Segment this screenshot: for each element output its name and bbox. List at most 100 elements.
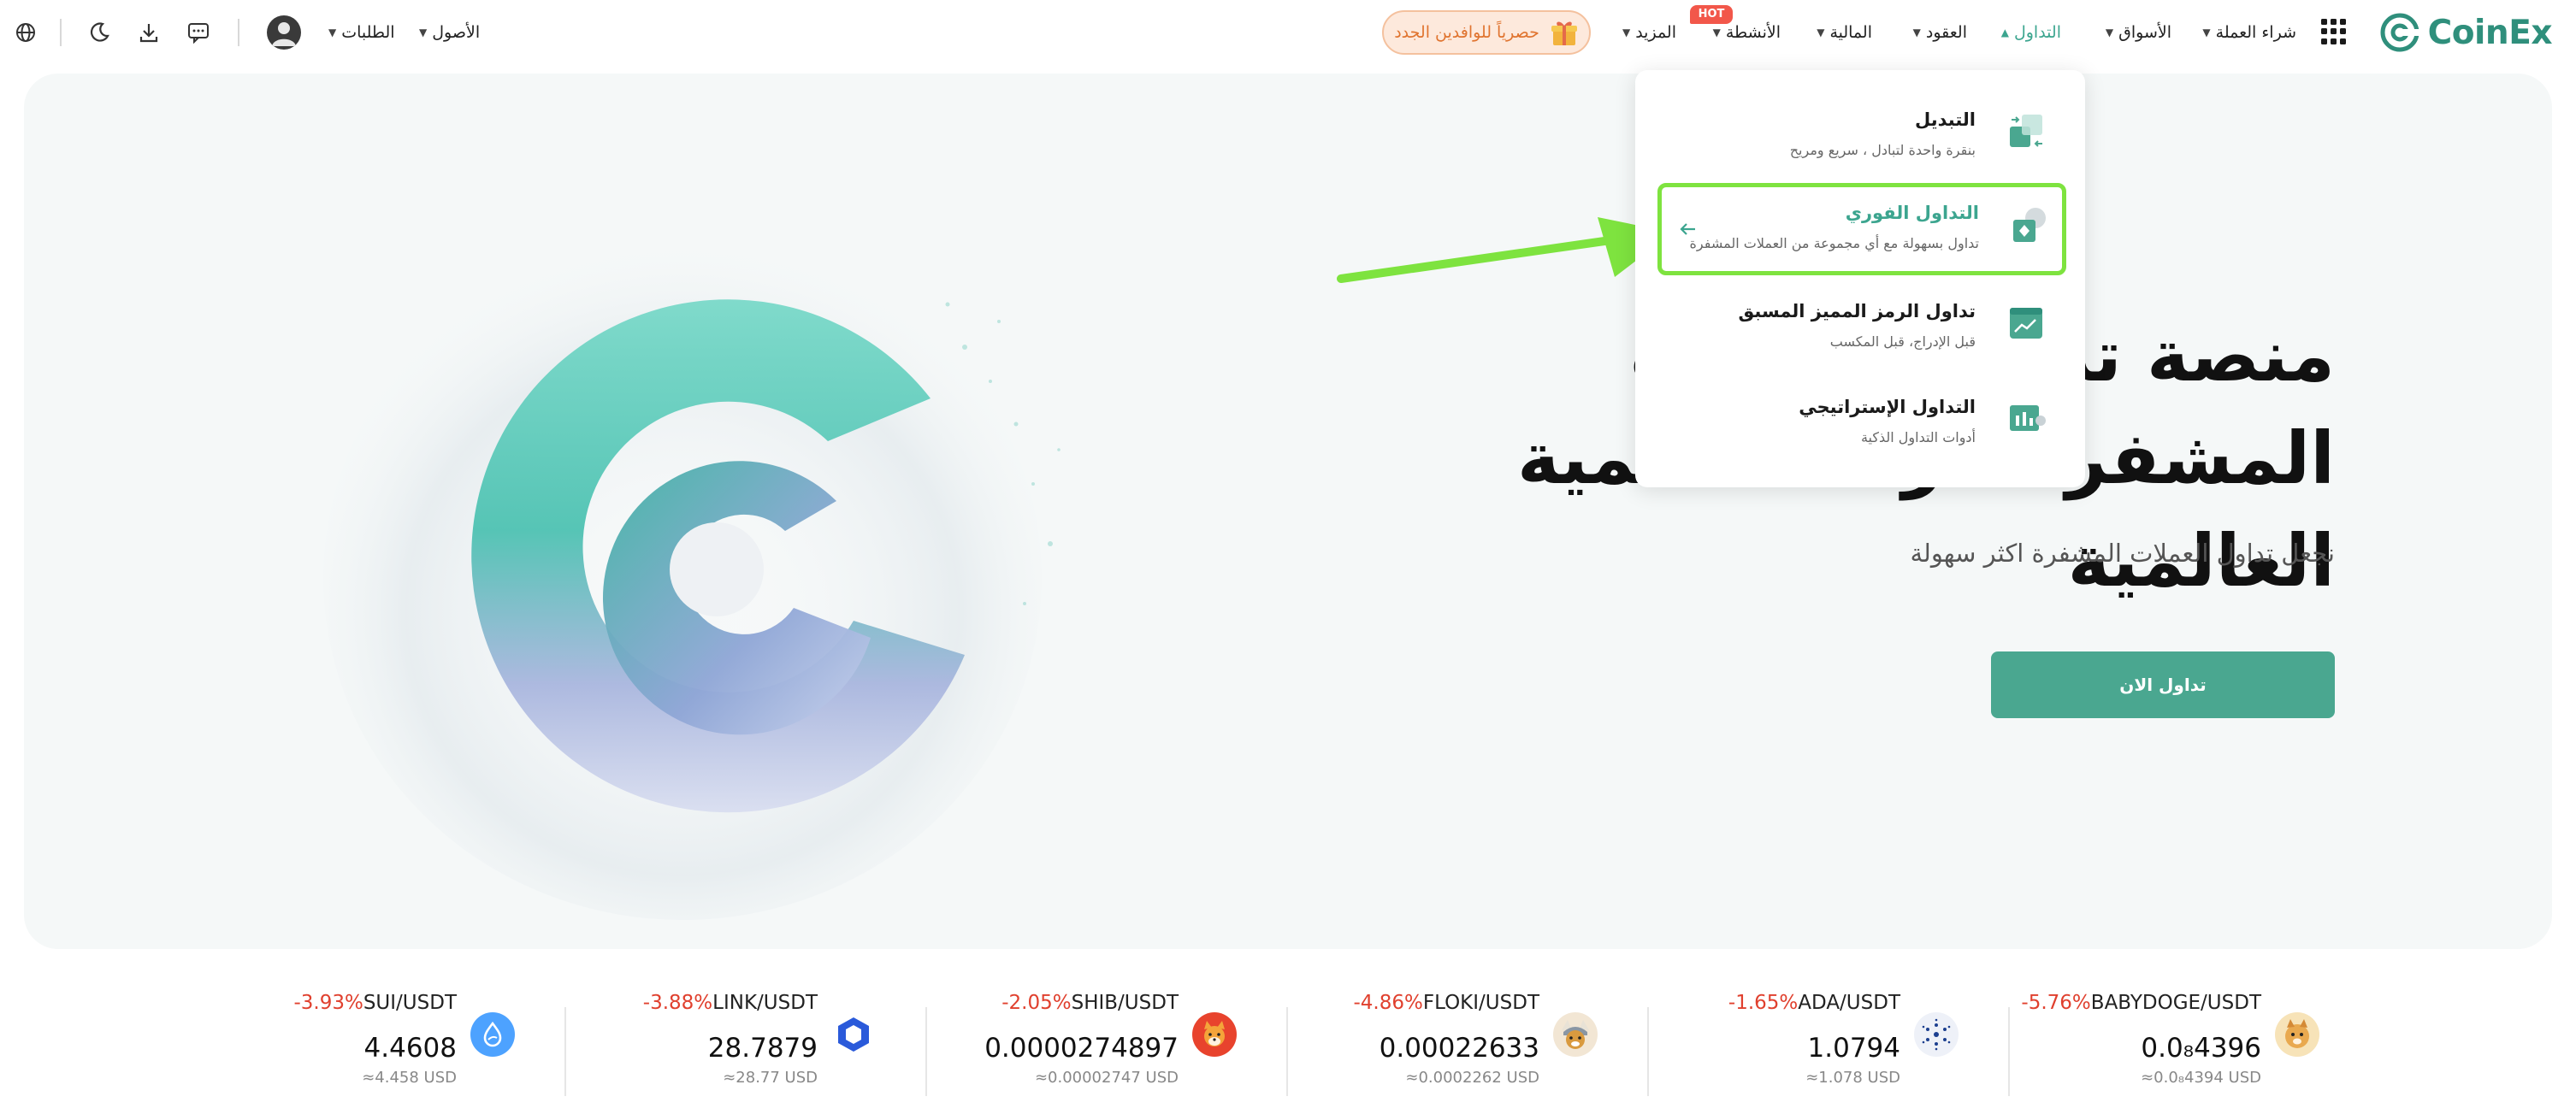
menu-item-title: التبديل xyxy=(1915,109,1976,130)
menu-item-strategy-trading[interactable]: التداول الإستراتيجي أدوات التداول الذكية xyxy=(1669,380,2051,465)
ticker-header: -3.88%LINK/USDT xyxy=(643,992,818,1014)
top-header: CoinEx شراء العملة ▼ الأسواق ▼ التداول ▲ ال… xyxy=(0,0,2576,65)
logo-text: CoinEx xyxy=(2427,13,2553,52)
chevron-down-icon: ▼ xyxy=(328,27,337,38)
ticker-item-link[interactable]: -3.88%LINK/USDT 28.7879 ≈28.77 USD xyxy=(578,992,937,1103)
nav-more[interactable]: المزيد ▼ xyxy=(1622,15,1676,50)
swap-icon xyxy=(2010,115,2042,147)
nav-markets[interactable]: الأسواق ▼ xyxy=(2106,15,2171,50)
ticker-item-sui[interactable]: -3.93%SUI/USDT 4.4608 ≈4.458 USD xyxy=(217,992,576,1103)
chevron-down-icon: ▼ xyxy=(1622,27,1631,38)
usd-price: ≈4.458 USD xyxy=(362,1069,457,1087)
chevron-down-icon: ▼ xyxy=(2105,27,2114,38)
ticker-item-floki[interactable]: -4.86%FLOKI/USDT 0.00022633 ≈0.0002262 U… xyxy=(1300,992,1659,1103)
hot-badge: HOT xyxy=(1690,5,1733,24)
chevron-down-icon: ▼ xyxy=(2202,27,2211,38)
orders-label: الطلبات xyxy=(341,23,395,42)
chevron-up-icon: ▲ xyxy=(2000,27,2009,38)
hero-banner: منصة تداول العملات المشفرة الرائدة عالمي… xyxy=(24,74,2552,949)
trade-now-button[interactable]: تداول الان xyxy=(1991,651,2335,718)
language-globe-icon[interactable] xyxy=(10,17,41,48)
ticker-header: -2.05%SHIB/USDT xyxy=(1001,992,1179,1014)
chevron-down-icon: ▼ xyxy=(1712,27,1721,38)
menu-item-desc: قبل الإدراج، قبل المكسب xyxy=(1829,333,1976,350)
nav-trade[interactable]: التداول ▲ xyxy=(2001,15,2061,50)
divider xyxy=(238,19,239,46)
menu-item-title: تداول الرمز المميز المسبق xyxy=(1738,301,1976,321)
chevron-down-icon: ▼ xyxy=(1912,27,1921,38)
price-change: -4.86% xyxy=(1353,992,1423,1014)
link-icon xyxy=(831,1012,876,1057)
ticker-header: -3.93%SUI/USDT xyxy=(293,992,457,1014)
pre-token-icon xyxy=(2010,308,2042,339)
user-icon xyxy=(272,22,296,46)
nav-label: الأسواق xyxy=(2118,23,2171,42)
menu-item-desc: بنقرة واحدة لتبادل ، سريع ومريح xyxy=(1789,142,1976,158)
last-price: 0.00022633 xyxy=(1379,1033,1539,1064)
menu-item-spot-trading[interactable]: التداول الفوري تداول بسهولة مع أي مجموعة… xyxy=(1657,183,2066,275)
nav-futures[interactable]: العقود ▼ xyxy=(1913,15,1967,50)
pair-name: SUI/USDT xyxy=(363,992,457,1014)
nav-label: شراء العملة xyxy=(2215,23,2296,42)
menu-item-desc: أدوات التداول الذكية xyxy=(1860,429,1976,445)
usd-price: ≈0.0002262 USD xyxy=(1405,1069,1539,1087)
price-change: -3.88% xyxy=(642,992,713,1014)
usd-price: ≈1.078 USD xyxy=(1805,1069,1900,1087)
strategy-icon xyxy=(2010,405,2046,431)
nav-finance[interactable]: المالية ▼ xyxy=(1817,15,1872,50)
ticker-item-ada[interactable]: -1.65%ADA/USDT 1.0794 ≈1.078 USD xyxy=(1661,992,2020,1103)
market-ticker: -5.76%BABYDOGE/USDT 0.0₈4396 ≈0.0₈4394 U… xyxy=(0,992,2576,1120)
divider xyxy=(60,19,62,46)
nav-label: المزيد xyxy=(1635,23,1676,42)
promo-label: حصرياً للوافدين الجدد xyxy=(1394,23,1539,42)
download-icon[interactable] xyxy=(133,17,164,48)
sui-icon xyxy=(470,1012,515,1057)
coinex-logo[interactable]: CoinEx xyxy=(2380,10,2553,55)
menu-item-pre-token-trading[interactable]: تداول الرمز المميز المسبق قبل الإدراج، ق… xyxy=(1669,284,2051,369)
messages-icon[interactable] xyxy=(183,17,214,48)
price-change: -2.05% xyxy=(1001,992,1072,1014)
assets-label: الأصول xyxy=(432,23,481,42)
menu-item-title: التداول الفوري xyxy=(1845,203,1979,223)
ticker-item-shib[interactable]: -2.05%SHIB/USDT 0.0000274897 ≈0.00002747… xyxy=(939,992,1298,1103)
usd-price: ≈0.0₈4394 USD xyxy=(2141,1069,2261,1087)
babydoge-icon xyxy=(2275,1012,2319,1057)
spot-icon xyxy=(2013,208,2046,242)
pair-name: ADA/USDT xyxy=(1798,992,1900,1014)
pair-name: FLOKI/USDT xyxy=(1422,992,1539,1014)
nav-buy-crypto[interactable]: شراء العملة ▼ xyxy=(2202,15,2296,50)
ticker-header: -4.86%FLOKI/USDT xyxy=(1353,992,1539,1014)
usd-price: ≈28.77 USD xyxy=(723,1069,818,1087)
pair-name: SHIB/USDT xyxy=(1071,992,1179,1014)
pair-name: BABYDOGE/USDT xyxy=(2090,992,2261,1014)
ticker-header: -5.76%BABYDOGE/USDT xyxy=(2021,992,2261,1014)
ada-icon xyxy=(1914,1012,1959,1057)
annotation-arrow-icon xyxy=(1337,217,1673,283)
ticker-item-babydoge[interactable]: -5.76%BABYDOGE/USDT 0.0₈4396 ≈0.0₈4394 U… xyxy=(2021,992,2381,1103)
nav-label: الأنشطة xyxy=(1725,23,1781,42)
price-change: -5.76% xyxy=(2021,992,2091,1014)
assets-menu[interactable]: الأصول ▼ xyxy=(419,15,480,50)
menu-item-swap[interactable]: التبديل بنقرة واحدة لتبادل ، سريع ومريح xyxy=(1669,92,2051,178)
price-change: -3.93% xyxy=(293,992,363,1014)
last-price: 1.0794 xyxy=(1807,1033,1900,1064)
chevron-down-icon: ▼ xyxy=(419,27,428,38)
last-price: 4.4608 xyxy=(363,1033,457,1064)
avatar[interactable] xyxy=(267,15,301,50)
coinex-3d-logo-illustration xyxy=(323,236,1061,920)
floki-icon xyxy=(1553,1012,1598,1057)
apps-grid-icon[interactable] xyxy=(2321,19,2347,44)
pair-name: LINK/USDT xyxy=(712,992,818,1014)
last-price: 28.7879 xyxy=(707,1033,818,1064)
arrow-left-icon xyxy=(1680,223,1695,235)
ticker-header: -1.65%ADA/USDT xyxy=(1728,992,1900,1014)
usd-price: ≈0.00002747 USD xyxy=(1034,1069,1179,1087)
last-price: 0.0000274897 xyxy=(984,1033,1179,1064)
nav-label: العقود xyxy=(1925,23,1967,42)
dark-mode-moon-icon[interactable] xyxy=(84,17,115,48)
menu-item-desc: تداول بسهولة مع أي مجموعة من العملات الم… xyxy=(1689,235,1979,251)
orders-menu[interactable]: الطلبات ▼ xyxy=(328,15,395,50)
nav-label: التداول xyxy=(2013,23,2061,42)
chevron-down-icon: ▼ xyxy=(1817,27,1825,38)
new-user-promo-button[interactable]: حصرياً للوافدين الجدد xyxy=(1382,10,1591,55)
